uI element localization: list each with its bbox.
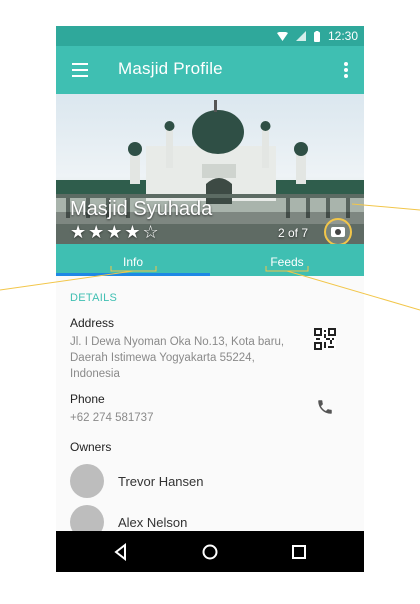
annotation-callouts [0,203,420,311]
